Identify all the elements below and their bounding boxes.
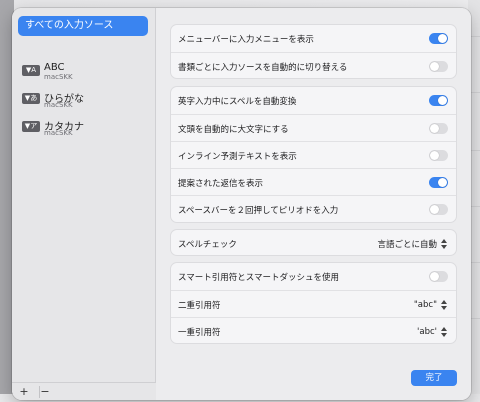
- done-button[interactable]: 完了: [411, 370, 457, 386]
- toggle-knob: [438, 178, 447, 187]
- setting-label: スペースバーを２回押してピリオドを入力: [178, 206, 339, 216]
- setting-row: インライン予測テキストを表示: [171, 141, 456, 168]
- setting-row: スマート引用符とスマートダッシュを使用: [171, 263, 456, 290]
- single-quote-popup[interactable]: 'abc': [417, 325, 448, 338]
- setting-label: 提案された返信を表示: [178, 179, 264, 189]
- settings-pane: メニューバーに入力メニューを表示 書類ごとに入力ソースを自動的に切り替える 英字…: [156, 8, 471, 400]
- setting-row: 書類ごとに入力ソースを自動的に切り替える: [171, 52, 456, 79]
- source-subtitle: macSKK: [44, 129, 73, 137]
- inline-predictive-toggle[interactable]: [429, 150, 448, 161]
- source-item-katakana[interactable]: ▼ア カタカナ macSKK: [22, 118, 148, 142]
- remove-source-button[interactable]: −: [37, 385, 53, 399]
- setting-row: スペースバーを２回押してピリオドを入力: [171, 195, 456, 222]
- chevron-up-down-icon: [440, 326, 448, 338]
- toggle-knob: [430, 205, 439, 214]
- chevron-up-down-icon: [440, 238, 448, 250]
- toggle-knob: [430, 151, 439, 160]
- keyboard-badge-icon: ▼A: [22, 65, 40, 76]
- setting-label: スペルチェック: [178, 240, 237, 250]
- setting-label: 一重引用符: [178, 328, 221, 338]
- source-name: ABC: [44, 62, 65, 73]
- setting-label: メニューバーに入力メニューを表示: [178, 35, 314, 45]
- auto-switch-source-toggle[interactable]: [429, 61, 448, 72]
- setting-label: 英字入力中にスペルを自動変換: [178, 97, 297, 107]
- toggle-knob: [438, 96, 447, 105]
- setting-label: スマート引用符とスマートダッシュを使用: [178, 273, 339, 283]
- source-item-hiragana[interactable]: ▼あ ひらがな macSKK: [22, 90, 148, 114]
- toggle-knob: [438, 34, 447, 43]
- spellcheck-popup[interactable]: 言語ごとに自動: [377, 237, 448, 250]
- keyboard-badge-icon: ▼ア: [22, 121, 40, 132]
- settings-group-menu: メニューバーに入力メニューを表示 書類ごとに入力ソースを自動的に切り替える: [170, 24, 457, 79]
- sidebar-item-all-sources[interactable]: すべての入力ソース: [18, 16, 148, 36]
- add-source-button[interactable]: +: [16, 385, 32, 399]
- source-subtitle: macSKK: [44, 73, 73, 81]
- setting-label: 書類ごとに入力ソースを自動的に切り替える: [178, 63, 348, 73]
- settings-group-text: 英字入力中にスペルを自動変換 文頭を自動的に大文字にする インライン予測テキスト…: [170, 86, 457, 223]
- toggle-knob: [430, 124, 439, 133]
- popup-value: 言語ごとに自動: [377, 239, 437, 250]
- setting-row: 提案された返信を表示: [171, 168, 456, 195]
- setting-row: スペルチェック 言語ごとに自動: [171, 230, 456, 257]
- source-item-abc[interactable]: ▼A ABC macSKK: [22, 62, 148, 86]
- popup-value: "abc": [413, 299, 437, 310]
- source-subtitle: macSKK: [44, 101, 73, 109]
- auto-capitalize-toggle[interactable]: [429, 123, 448, 134]
- setting-row: 二重引用符 "abc": [171, 290, 456, 317]
- setting-label: 二重引用符: [178, 301, 221, 311]
- setting-label: 文頭を自動的に大文字にする: [178, 125, 289, 135]
- toggle-knob: [430, 272, 439, 281]
- setting-label: インライン予測テキストを表示: [178, 152, 297, 162]
- double-quote-popup[interactable]: "abc": [414, 298, 448, 311]
- smart-quotes-toggle[interactable]: [429, 271, 448, 282]
- popup-value: 'abc': [417, 326, 437, 337]
- toggle-knob: [430, 62, 439, 71]
- autocorrect-spelling-toggle[interactable]: [429, 95, 448, 106]
- suggested-replies-toggle[interactable]: [429, 177, 448, 188]
- settings-group-spellcheck: スペルチェック 言語ごとに自動: [170, 229, 457, 256]
- show-input-menu-toggle[interactable]: [429, 33, 448, 44]
- setting-row: 文頭を自動的に大文字にする: [171, 114, 456, 141]
- double-space-period-toggle[interactable]: [429, 204, 448, 215]
- chevron-up-down-icon: [440, 299, 448, 311]
- input-source-sheet: すべての入力ソース ▼A ABC macSKK ▼あ ひらがな macSKK ▼…: [12, 8, 471, 400]
- keyboard-badge-icon: ▼あ: [22, 93, 40, 104]
- setting-row: メニューバーに入力メニューを表示: [171, 25, 456, 52]
- input-source-list: すべての入力ソース ▼A ABC macSKK ▼あ ひらがな macSKK ▼…: [12, 8, 156, 400]
- setting-row: 英字入力中にスペルを自動変換: [171, 87, 456, 114]
- setting-row: 一重引用符 'abc': [171, 317, 456, 344]
- list-footer-bar: + −: [12, 382, 156, 400]
- settings-group-quotes: スマート引用符とスマートダッシュを使用 二重引用符 "abc" 一重引用符 'a…: [170, 262, 457, 344]
